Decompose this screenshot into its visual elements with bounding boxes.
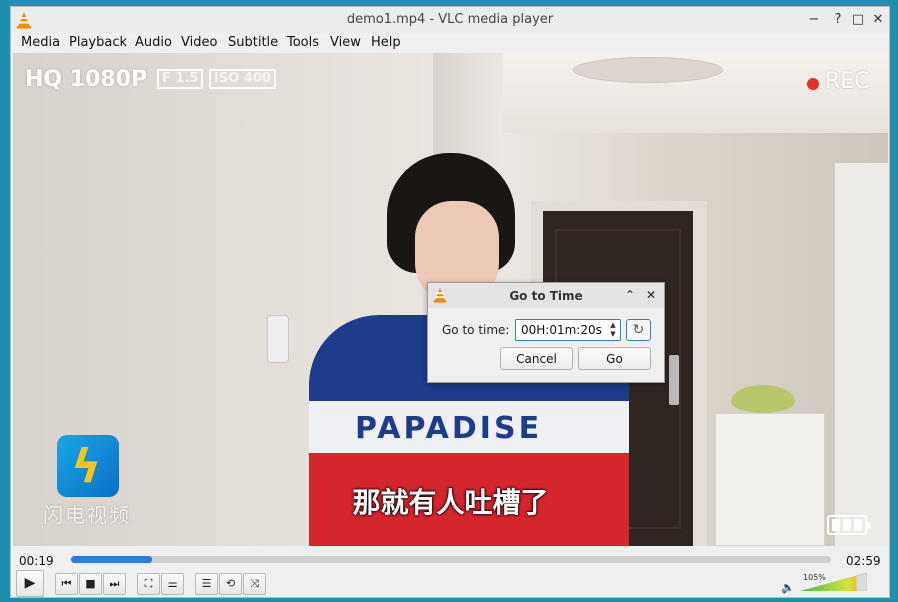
cancel-button[interactable]: Cancel xyxy=(500,347,573,370)
rec-dot-icon xyxy=(807,78,819,90)
help-button[interactable]: ? xyxy=(829,11,847,29)
maximize-button[interactable]: □ xyxy=(849,11,867,29)
menu-subtitle[interactable]: Subtitle xyxy=(228,35,278,50)
overlay-iso: ISO 400 xyxy=(209,69,276,89)
loop-button[interactable]: ⟲ xyxy=(219,573,242,595)
chevron-up-icon[interactable]: ⌃ xyxy=(622,287,638,303)
menu-tools[interactable]: Tools xyxy=(287,35,319,50)
menu-view[interactable]: View xyxy=(330,35,361,50)
go-to-time-dialog: Go to Time ⌃ ✕ Go to time: ▲▼ ↻ Cancel G… xyxy=(427,282,665,383)
go-to-time-label: Go to time: xyxy=(442,323,510,337)
elapsed-time: 00:19 xyxy=(19,554,54,568)
overlay-aperture: F 1.5 xyxy=(157,69,204,89)
playlist-button[interactable]: ☰ xyxy=(195,573,218,595)
window-title: demo1.mp4 - VLC media player xyxy=(346,12,554,27)
menu-playback[interactable]: Playback xyxy=(69,35,127,50)
ceiling-light xyxy=(573,57,723,83)
previous-button[interactable]: ⏮ xyxy=(55,573,78,595)
overlay-rec: REC xyxy=(825,69,870,94)
door-handle xyxy=(669,355,679,405)
menu-audio[interactable]: Audio xyxy=(135,35,172,50)
cabinet xyxy=(715,413,825,546)
menu-video[interactable]: Video xyxy=(181,35,217,50)
dialog-title-bar: Go to Time ⌃ ✕ xyxy=(428,283,664,308)
menu-media[interactable]: Media xyxy=(21,35,60,50)
video-subtitle: 那就有人吐槽了 xyxy=(352,486,549,519)
battery-icon xyxy=(827,515,871,535)
seek-slider[interactable] xyxy=(71,556,831,563)
menu-help[interactable]: Help xyxy=(371,35,401,50)
time-spinner[interactable]: ▲ ▼ xyxy=(606,321,620,339)
minimize-button[interactable]: − xyxy=(805,11,823,29)
extended-settings-button[interactable]: ⚌ xyxy=(161,573,184,595)
go-button[interactable]: Go xyxy=(578,347,651,370)
seek-progress xyxy=(71,556,152,563)
next-button[interactable]: ⏭ xyxy=(103,573,126,595)
volume-label: 105% xyxy=(803,573,826,582)
close-button[interactable]: ✕ xyxy=(869,11,887,29)
fullscreen-button[interactable]: ⛶ xyxy=(137,573,160,595)
green-bowl xyxy=(731,385,795,413)
dialog-close-button[interactable]: ✕ xyxy=(643,287,659,303)
sweater-text: PAPADISE xyxy=(355,411,543,446)
stop-button[interactable]: ■ xyxy=(79,573,102,595)
volume-icon[interactable]: 🔈 xyxy=(781,581,795,594)
reset-time-button[interactable]: ↻ xyxy=(626,319,651,341)
title-bar: demo1.mp4 - VLC media player − ? □ ✕ xyxy=(11,7,889,33)
shuffle-button[interactable]: ⤨ xyxy=(243,573,266,595)
overlay-quality: HQ 1080P xyxy=(25,67,148,92)
menu-bar: Media Playback Audio Video Subtitle Tool… xyxy=(11,33,889,53)
play-button[interactable]: ▶ xyxy=(16,570,44,597)
total-time[interactable]: 02:59 xyxy=(846,554,881,568)
wall-phone xyxy=(267,315,289,363)
vlc-window: demo1.mp4 - VLC media player − ? □ ✕ Med… xyxy=(10,6,890,598)
